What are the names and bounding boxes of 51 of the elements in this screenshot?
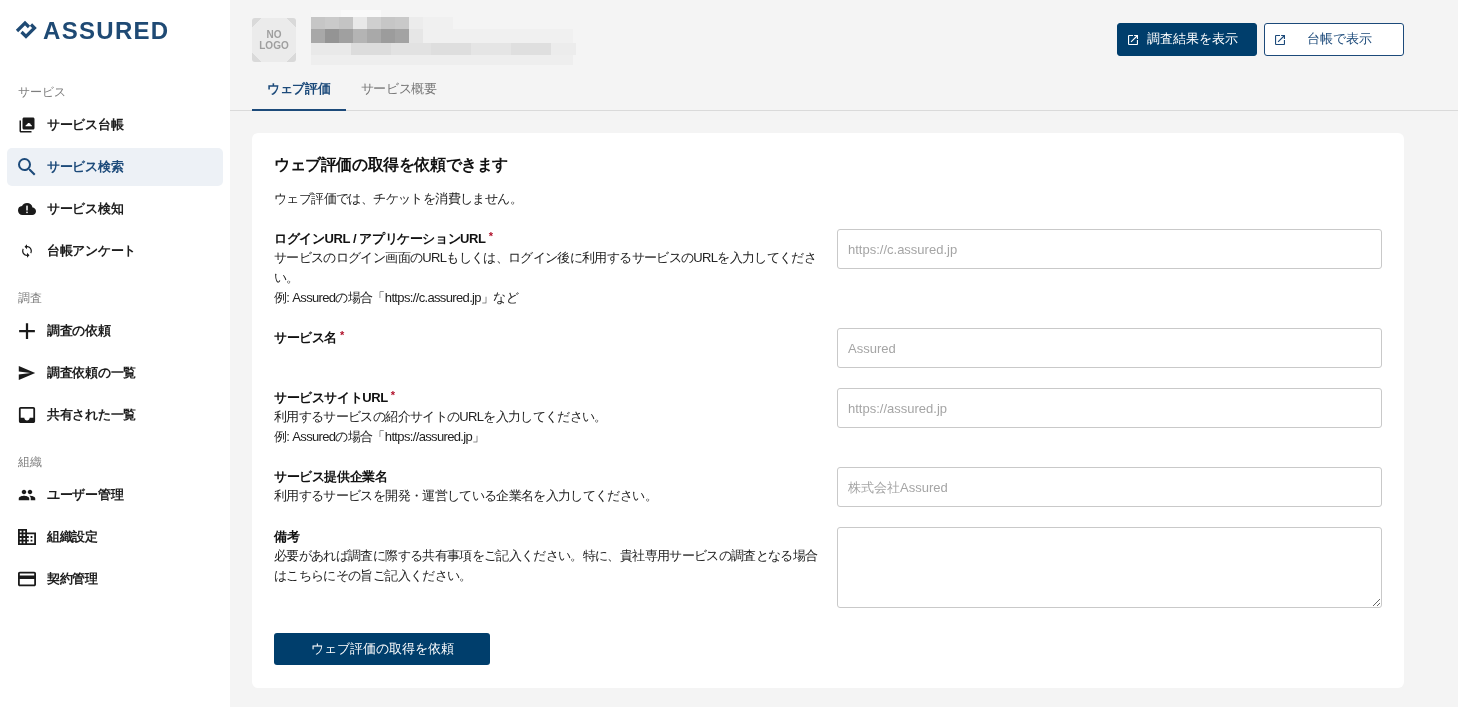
send-icon	[18, 364, 36, 382]
text-input[interactable]: 株式会社Assured	[837, 467, 1382, 507]
field-label: ログインURL / アプリケーションURL	[274, 230, 486, 248]
search-icon	[18, 158, 36, 176]
help-text: 利用するサービスの紹介サイトのURLを入力してください。	[274, 408, 608, 426]
help-text: 必要があれば調査に際する共有事項をご記入ください。特に、貴社専用サービスの調査となる場合はこちらにその旨ご記入ください。	[274, 547, 819, 585]
help-text: サービスのログイン画面のURLもしくは、ログイン後に利用するサービスのURLを入力してください。	[274, 249, 818, 287]
credit-card-icon	[18, 570, 36, 588]
building-icon	[18, 528, 36, 546]
required-mark: *	[488, 229, 493, 243]
external-link-icon	[1275, 34, 1285, 45]
help-text: 例: Assuredの場合「https://assured.jp」	[274, 428, 486, 446]
logo-placeholder-text: NO LOGO	[259, 29, 289, 51]
section-heading: 組織	[17, 454, 42, 470]
nav-item[interactable]: ユーザー管理	[7, 476, 223, 514]
nav-item[interactable]: サービス検索	[7, 148, 223, 186]
text-input[interactable]: https://c.assured.jp	[837, 229, 1382, 269]
text-input[interactable]: Assured	[837, 328, 1382, 368]
tab[interactable]: ウェブ評価	[252, 68, 346, 111]
field-label: サービス提供企業名	[274, 468, 388, 486]
library-icon	[18, 116, 36, 134]
nav-item[interactable]: サービス検知	[7, 190, 223, 228]
nav-item[interactable]: サービス台帳	[7, 106, 223, 144]
section-heading: サービス	[17, 84, 66, 100]
textarea-field[interactable]	[837, 527, 1382, 608]
inbox-icon	[18, 406, 36, 424]
section-heading: 調査	[17, 290, 42, 306]
field-label: サービスサイトURL	[274, 389, 388, 407]
show-results-button[interactable]: 調査結果を表示	[1117, 23, 1257, 56]
tab[interactable]: サービス概要	[345, 68, 452, 111]
nav-item[interactable]: 契約管理	[7, 560, 223, 598]
plus-icon	[18, 322, 36, 340]
nav-item[interactable]: 共有された一覧	[7, 396, 223, 434]
help-text: 例: Assuredの場合「https://c.assured.jp」など	[274, 289, 520, 307]
required-mark: *	[390, 388, 395, 402]
card-note: ウェブ評価では、チケットを消費しません。	[274, 190, 523, 208]
nav-item[interactable]: 台帳アンケート	[7, 232, 223, 270]
show-ledger-button[interactable]: 台帳で表示	[1264, 23, 1404, 56]
card-title: ウェブ評価の取得を依頼できます	[274, 155, 509, 175]
logo-text: ASSURED	[43, 18, 170, 44]
submit-button[interactable]: ウェブ評価の取得を依頼	[274, 633, 490, 665]
field-label: サービス名	[274, 329, 337, 347]
cloud-alert-icon	[18, 200, 36, 218]
required-mark: *	[340, 328, 345, 342]
nav-item[interactable]: 組織設定	[7, 518, 223, 556]
nav-item[interactable]: 調査依頼の一覧	[7, 354, 223, 392]
external-link-icon	[1128, 34, 1138, 45]
nav-item[interactable]: 調査の依頼	[7, 312, 223, 350]
text-input[interactable]: https://assured.jp	[837, 388, 1382, 428]
field-label: 備考	[274, 528, 300, 546]
help-text: 利用するサービスを開発・運営している企業名を入力してください。	[274, 487, 658, 505]
